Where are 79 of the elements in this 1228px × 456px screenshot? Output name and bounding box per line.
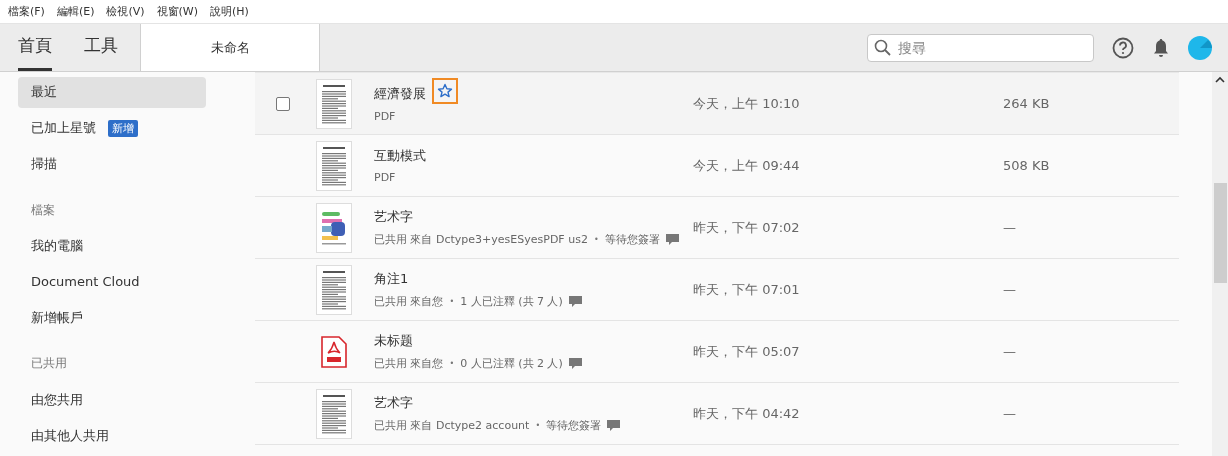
sidebar-item[interactable]: 由其他人共用 — [18, 420, 206, 452]
sidebar-item[interactable]: 由您共用 — [18, 384, 206, 416]
file-row[interactable]: 艺术字 已共用 來自 Dctype3+yesESyesPDF us2 • 等待您簽署 昨天，下午 07:02 — — [255, 197, 1179, 259]
document-thumbnail — [316, 140, 352, 191]
sidebar-item[interactable]: 最近 — [18, 77, 206, 108]
file-size: — — [1003, 282, 1016, 297]
file-name: 艺术字 — [374, 394, 413, 412]
shared-by: 已共用 來自您 — [374, 294, 444, 309]
file-type: PDF — [374, 110, 396, 123]
comment-icon — [665, 233, 679, 246]
file-type: PDF — [374, 171, 396, 184]
shared-by: 已共用 來自 Dctype3+yesESyesPDF us2 — [374, 232, 588, 247]
file-size: — — [1003, 406, 1016, 421]
comment-icon — [607, 419, 621, 432]
section-header: 檔案 — [30, 201, 56, 219]
file-row[interactable]: 角注1 已共用 來自您 • 1 人已注釋 (共 7 人) 昨天，下午 07:01 — — [255, 259, 1179, 321]
search-box[interactable]: 搜尋 — [867, 33, 1094, 62]
help-icon[interactable] — [1112, 36, 1134, 59]
menu-item[interactable]: 說明(H) — [210, 4, 249, 19]
search-field[interactable]: 搜尋 — [896, 38, 1076, 57]
checkbox[interactable] — [275, 96, 290, 111]
share-status: 等待您簽署 — [546, 418, 602, 433]
modified-time: 昨天，下午 07:01 — [693, 280, 801, 299]
file-name: 角注1 — [374, 270, 409, 288]
file-row[interactable]: 艺术字 已共用 來自 Dctype2 account • 等待您簽署 昨天，下午 04:42 — — [255, 383, 1179, 445]
file-size: 264 KB — [1003, 96, 1050, 111]
document-thumbnail — [316, 202, 352, 253]
bullet: • — [449, 359, 455, 368]
modified-time: 昨天，下午 05:07 — [693, 342, 801, 361]
document-thumbnail — [316, 388, 352, 439]
shared-by: 已共用 來自 Dctype2 account — [374, 418, 530, 433]
bullet: • — [535, 421, 541, 430]
sidebar-item[interactable]: 已加上星號 新增 — [18, 112, 206, 144]
scroll-up-icon[interactable] — [1215, 76, 1225, 84]
scrollbar-thumb[interactable] — [1214, 183, 1227, 283]
document-thumbnail — [316, 78, 352, 129]
menu-item[interactable]: 檢視(V) — [106, 4, 145, 19]
shared-by: 已共用 來自您 — [374, 356, 444, 371]
file-size: — — [1003, 344, 1016, 359]
document-thumbnail — [316, 264, 352, 315]
bullet: • — [593, 235, 599, 244]
nav-tab[interactable]: 首頁 — [18, 24, 52, 71]
file-size: — — [1003, 220, 1016, 235]
modified-time: 今天，上午 10:10 — [693, 94, 801, 113]
file-name: 未标题 — [374, 332, 413, 350]
file-name: 經濟發展 — [374, 85, 426, 103]
pdf-file-icon — [320, 334, 348, 369]
share-status: 1 人已注釋 (共 7 人) — [460, 294, 563, 309]
menu-item[interactable]: 編輯(E) — [56, 4, 95, 19]
new-badge: 新增 — [108, 119, 138, 137]
comment-icon — [568, 357, 582, 370]
star-icon — [437, 83, 453, 99]
modified-time: 昨天，下午 07:02 — [693, 218, 801, 237]
modified-time: 今天，上午 09:44 — [693, 156, 801, 175]
bell-icon[interactable] — [1152, 37, 1170, 58]
comment-icon — [568, 295, 582, 308]
document-tab[interactable]: 未命名 — [140, 24, 320, 71]
star-button[interactable] — [432, 78, 458, 104]
sidebar-item[interactable]: Document Cloud — [18, 266, 206, 298]
menu-item[interactable]: 視窗(W) — [156, 4, 199, 19]
share-status: 0 人已注釋 (共 2 人) — [460, 356, 563, 371]
section-header: 已共用 — [30, 355, 68, 373]
sidebar-item[interactable]: 新增帳戶 — [18, 302, 206, 334]
search-icon — [874, 38, 892, 57]
file-size: 508 KB — [1003, 158, 1050, 173]
menu-item[interactable]: 檔案(F) — [8, 4, 45, 19]
nav-tab[interactable]: 工具 — [84, 24, 118, 71]
file-name: 艺术字 — [374, 208, 413, 226]
sidebar-item[interactable]: 掃描 — [18, 148, 206, 180]
file-name: 互動模式 — [374, 147, 426, 165]
scrollbar[interactable] — [1212, 72, 1228, 456]
share-status: 等待您簽署 — [604, 232, 660, 247]
sidebar-item[interactable]: 我的電腦 — [18, 230, 206, 262]
file-row[interactable]: 經濟發展 PDF 今天，上午 10:10 264 KB — [255, 73, 1179, 135]
file-row[interactable]: 未标题 已共用 來自您 • 0 人已注釋 (共 2 人) 昨天，下午 05:07 — — [255, 321, 1179, 383]
modified-time: 昨天，下午 04:42 — [693, 404, 801, 423]
avatar[interactable] — [1188, 35, 1212, 60]
bullet: • — [449, 297, 455, 306]
file-row[interactable]: 互動模式 PDF 今天，上午 09:44 508 KB — [255, 135, 1179, 197]
